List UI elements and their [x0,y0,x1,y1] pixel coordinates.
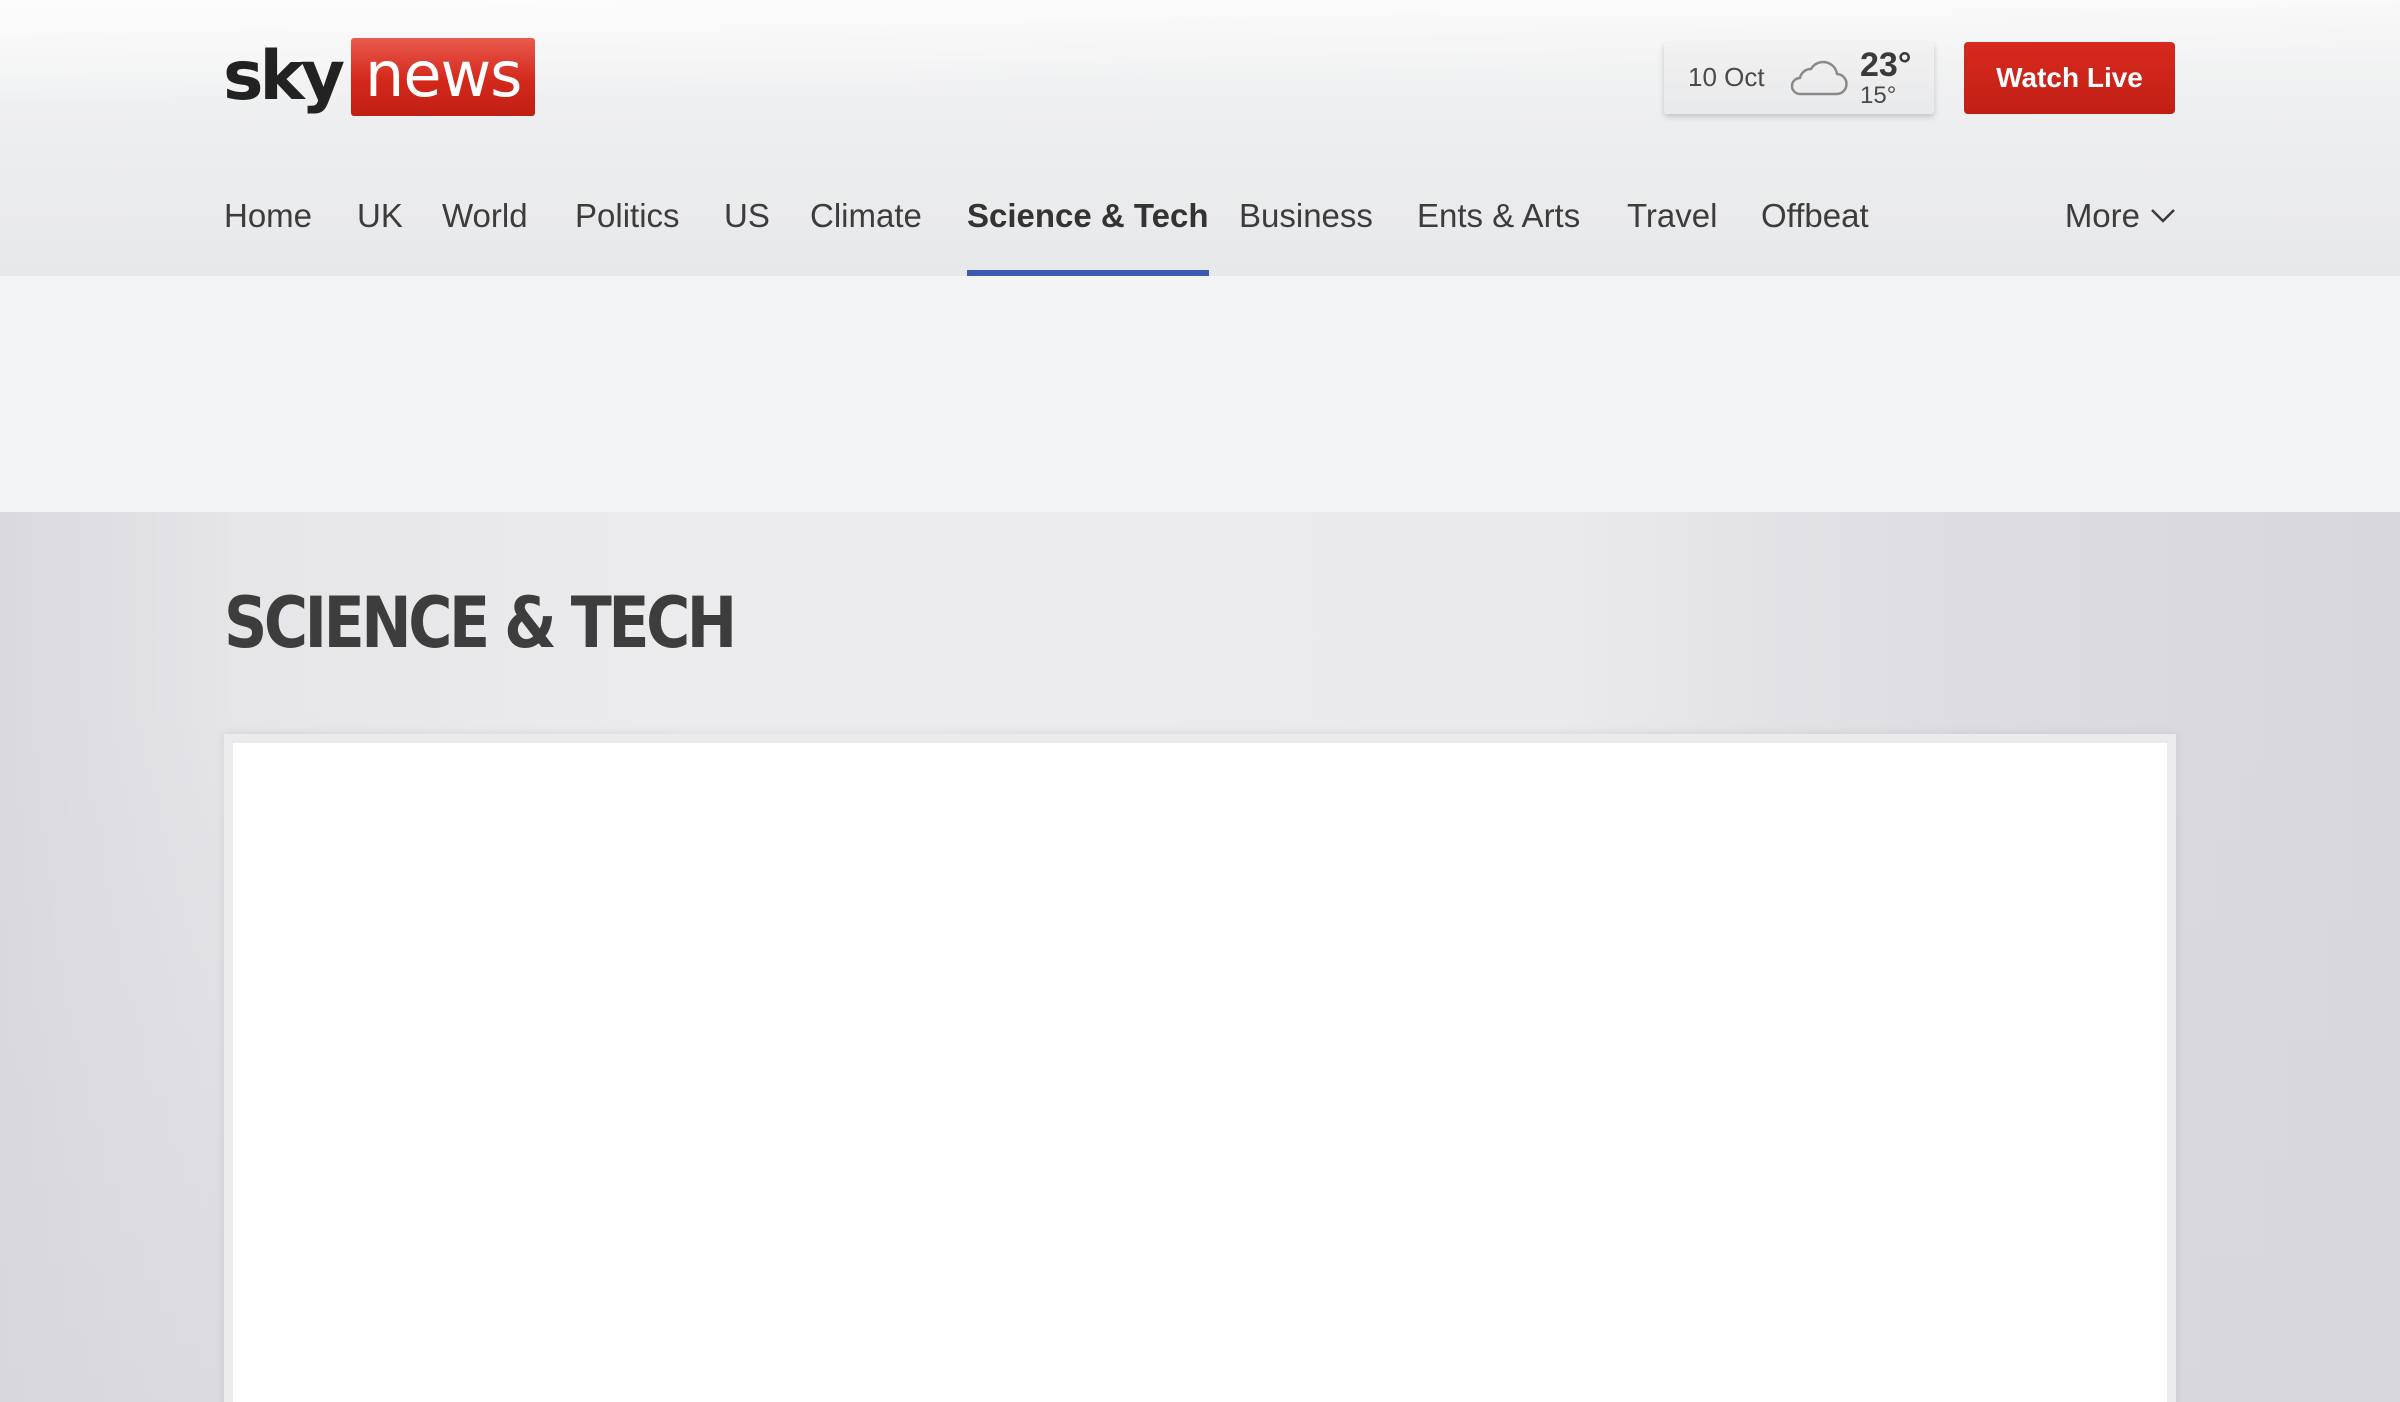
ad-placeholder [0,276,2400,512]
nav-item-politics[interactable]: Politics [575,188,680,276]
nav-item-us[interactable]: US [724,188,770,276]
nav-item-travel[interactable]: Travel [1627,188,1717,276]
nav-item-ents-arts[interactable]: Ents & Arts [1417,188,1580,276]
lead-story-card[interactable] [224,734,2176,1402]
temp-high: 23° [1860,46,1912,84]
nav-more-button[interactable]: More [2065,188,2176,244]
nav-item-business[interactable]: Business [1239,188,1373,276]
lead-story-card-body [233,743,2167,1402]
nav-item-uk[interactable]: UK [357,188,403,276]
nav-item-offbeat[interactable]: Offbeat [1761,188,1869,276]
section-title: SCIENCE & TECH [224,582,737,664]
nav-item-world[interactable]: World [442,188,528,276]
cloud-icon [1790,60,1848,96]
logo-sky-text: sky [223,37,345,116]
watch-live-button[interactable]: Watch Live [1964,42,2175,114]
nav-item-climate[interactable]: Climate [810,188,922,276]
logo-news-text: news [351,38,536,116]
site-header: sky news 10 Oct 23° 15° Watch Live Home … [0,0,2400,276]
main-nav: Home UK World Politics US Climate Scienc… [224,188,2176,276]
weather-widget[interactable]: 10 Oct 23° 15° [1664,42,1934,114]
sky-news-logo[interactable]: sky news [223,37,536,116]
main-content: SCIENCE & TECH [0,512,2400,1402]
chevron-down-icon [2151,209,2175,223]
nav-more-label: More [2064,197,2140,234]
nav-item-home[interactable]: Home [224,188,312,276]
page: sky news 10 Oct 23° 15° Watch Live Home … [0,0,2400,1402]
temp-low: 15° [1860,82,1897,109]
weather-date: 10 Oct [1688,62,1765,92]
nav-item-science-tech[interactable]: Science & Tech [967,188,1209,276]
